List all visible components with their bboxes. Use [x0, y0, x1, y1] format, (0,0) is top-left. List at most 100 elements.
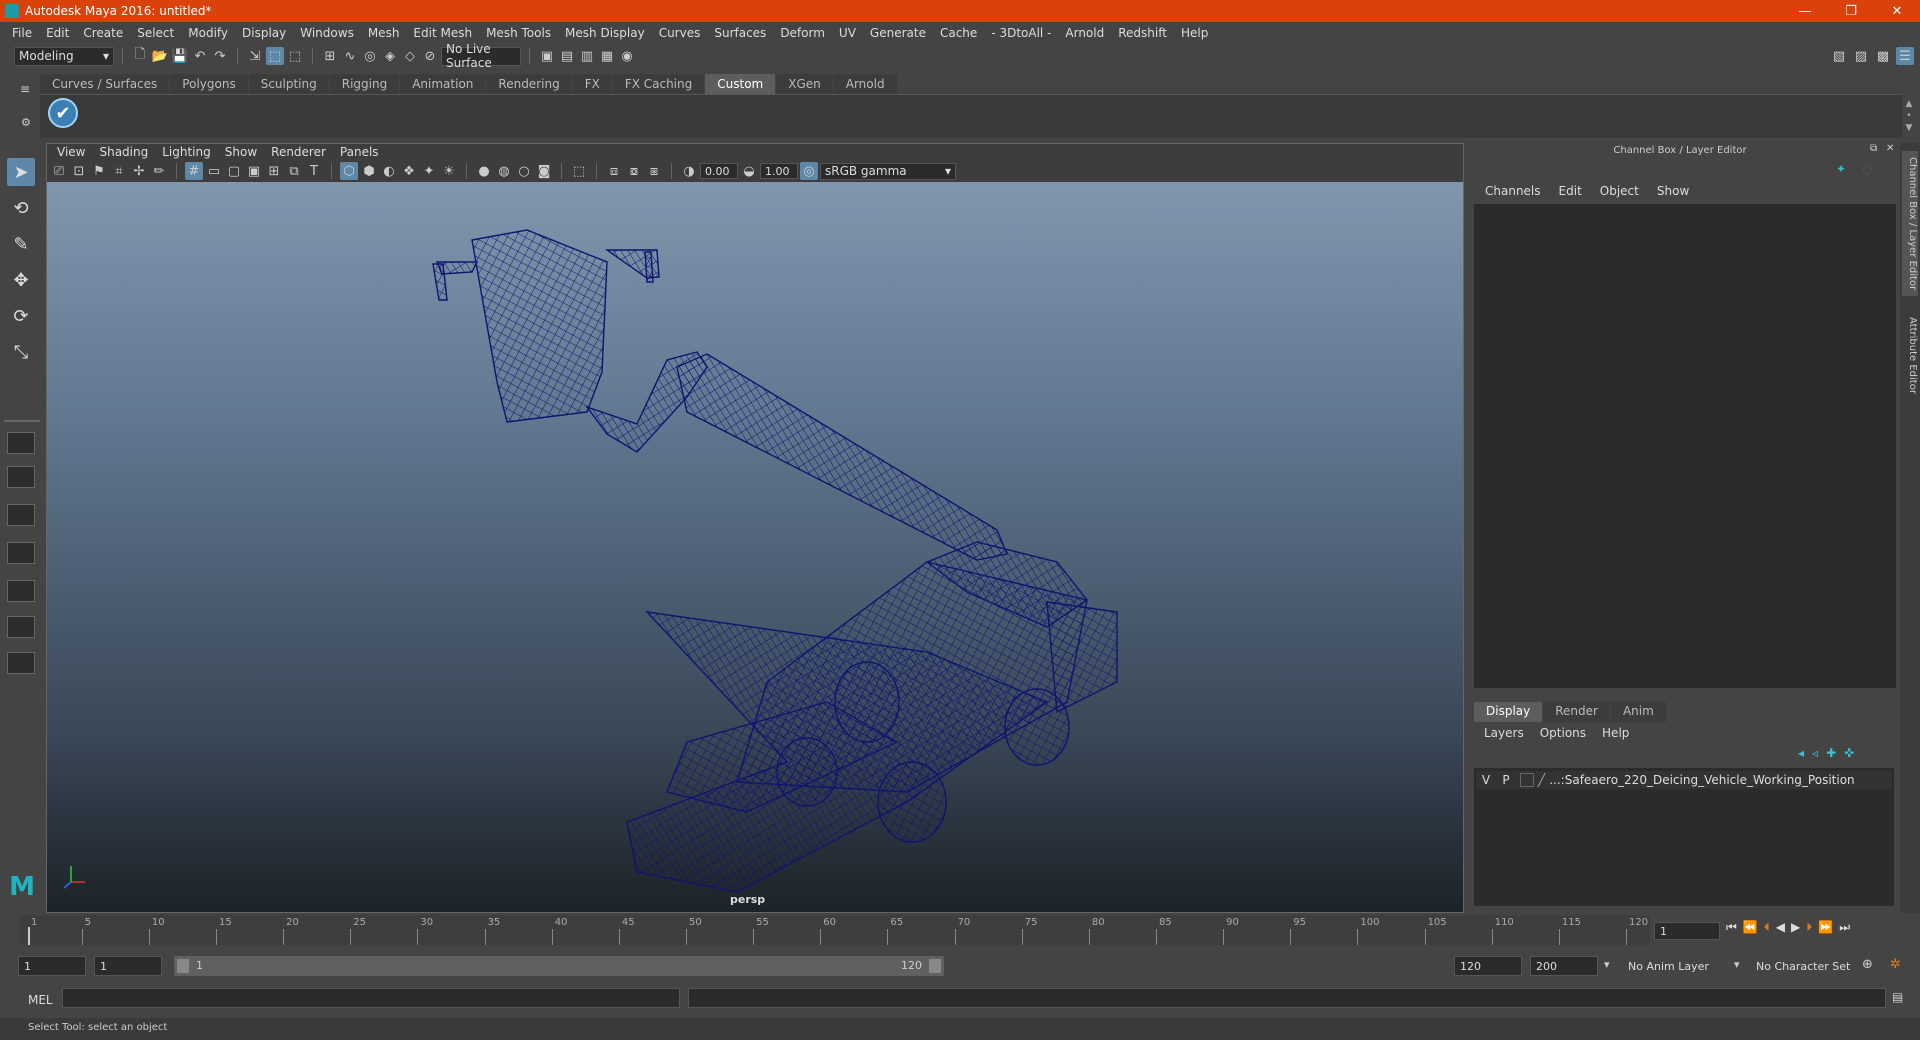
float-panel-icon[interactable]: ⧉ [1870, 143, 1877, 154]
outliner-layout-button[interactable] [7, 580, 35, 602]
grid-icon[interactable]: # [185, 162, 203, 180]
persp-viewport[interactable] [47, 182, 1463, 912]
range-slider[interactable]: 1 120 [174, 956, 944, 976]
menu-create[interactable]: Create [76, 26, 130, 40]
isolate-select-icon[interactable]: ⬚ [570, 162, 588, 180]
view-transform-dropdown[interactable]: sRGB gamma ▾ [820, 162, 956, 180]
range-start-handle[interactable] [177, 959, 189, 973]
select-hierarchy-icon[interactable]: ⇲ [246, 47, 264, 65]
shelf-settings-icon[interactable]: ⚙ [21, 116, 31, 129]
multisample-aa-icon[interactable]: ○ [515, 162, 533, 180]
shadows-icon[interactable]: ☀ [440, 162, 458, 180]
auto-key-icon[interactable]: ⊕ [1862, 957, 1873, 972]
safe-title-icon[interactable]: T [305, 162, 323, 180]
scroll-up-icon[interactable]: ▲ [1902, 98, 1916, 110]
panel-menu-show[interactable]: Show [218, 145, 264, 159]
script-editor-icon[interactable]: ▤ [1892, 990, 1903, 1004]
current-time-marker[interactable] [28, 927, 30, 945]
new-empty-layer-icon[interactable]: ✚ [1826, 746, 1836, 760]
hypershade-layout-button[interactable] [7, 616, 35, 638]
menu-windows[interactable]: Windows [293, 26, 361, 40]
range-end-handle[interactable] [929, 959, 941, 973]
select-object-icon[interactable]: ⬚ [266, 47, 284, 65]
tab-anim[interactable]: Anim [1610, 702, 1666, 722]
menu-arnold[interactable]: Arnold [1058, 26, 1111, 40]
snap-view-plane-icon[interactable]: ◈ [381, 47, 399, 65]
close-button[interactable]: ✕ [1874, 0, 1920, 22]
menu-set-dropdown[interactable]: Modeling ▾ [14, 46, 114, 66]
modeling-toolkit-icon[interactable]: ▨ [1852, 47, 1870, 65]
move-layer-up-icon[interactable]: ◂ [1798, 746, 1804, 760]
menu-help[interactable]: Help [1174, 26, 1215, 40]
select-tool-icon[interactable]: ➤ [7, 158, 35, 186]
layer-color-swatch[interactable] [1520, 773, 1534, 787]
gamma-icon[interactable]: ◒ [740, 162, 758, 180]
step-forward-key-icon[interactable]: ⏵ [1806, 920, 1812, 935]
hypershade-icon[interactable]: ◉ [618, 47, 636, 65]
menu-redshift[interactable]: Redshift [1111, 26, 1174, 40]
screen-space-ao-icon[interactable]: ● [475, 162, 493, 180]
snap-point-icon[interactable]: ◎ [361, 47, 379, 65]
wireframe-icon[interactable]: ⬡ [340, 162, 358, 180]
make-live-icon[interactable]: ⊘ [421, 47, 439, 65]
side-tab-attribute-editor[interactable]: Attribute Editor [1902, 311, 1918, 400]
shelf-tab-curves-surfaces[interactable]: Curves / Surfaces [40, 74, 170, 94]
menu-generate[interactable]: Generate [863, 26, 933, 40]
step-back-key-icon[interactable]: ⏴ [1764, 920, 1770, 935]
layer-visibility-toggle[interactable]: V [1476, 773, 1496, 787]
channels-menu[interactable]: Channels [1476, 184, 1550, 202]
options-menu[interactable]: Options [1532, 726, 1594, 744]
chevron-down-icon[interactable]: ▾ [1604, 958, 1610, 971]
smooth-shade-icon[interactable]: ⬢ [360, 162, 378, 180]
tab-display[interactable]: Display [1474, 702, 1543, 722]
anim-layer-dropdown[interactable]: No Anim Layer [1622, 956, 1740, 976]
xray-components-icon[interactable]: ⧆ [645, 162, 663, 180]
scale-tool-icon[interactable]: ⤡ [7, 338, 35, 366]
shelf-tab-animation[interactable]: Animation [400, 74, 486, 94]
select-component-icon[interactable]: ⬚ [286, 47, 304, 65]
gate-mask-icon[interactable]: ▣ [245, 162, 263, 180]
safe-action-icon[interactable]: ⧉ [285, 162, 303, 180]
shelf-tab-rendering[interactable]: Rendering [486, 74, 572, 94]
minimize-button[interactable]: — [1782, 0, 1828, 22]
tab-render[interactable]: Render [1543, 702, 1610, 722]
camera-attributes-icon[interactable]: ⎚ [50, 162, 68, 180]
shelf-tab-custom[interactable]: Custom [705, 74, 776, 94]
attribute-editor-toggle-icon[interactable]: ▩ [1874, 47, 1892, 65]
gamma-field[interactable]: 1.00 [760, 163, 798, 179]
motion-blur-icon[interactable]: ◍ [495, 162, 513, 180]
rotate-tool-icon[interactable]: ⟳ [7, 302, 35, 330]
snap-grid-icon[interactable]: ⊞ [321, 47, 339, 65]
workspace-icon[interactable]: ▧ [1830, 47, 1848, 65]
custom-shelf-checkmark-button[interactable]: ✔ [48, 98, 78, 128]
move-layer-down-icon[interactable]: ◃ [1812, 746, 1818, 760]
ipr-render-icon[interactable]: ▥ [578, 47, 596, 65]
layer-name[interactable]: ...:Safeaero_220_Deicing_Vehicle_Working… [1549, 773, 1854, 787]
layer-playback-toggle[interactable]: P [1496, 773, 1516, 787]
shelf-tab-xgen[interactable]: XGen [776, 74, 833, 94]
script-language-toggle[interactable]: MEL [28, 993, 53, 1007]
menu-edit[interactable]: Edit [39, 26, 76, 40]
menu-display[interactable]: Display [235, 26, 293, 40]
go-to-start-icon[interactable]: ⏮ [1726, 920, 1737, 935]
current-frame-field[interactable]: 1 [1654, 922, 1720, 940]
playback-end-field[interactable]: 120 [1454, 956, 1522, 976]
shelf-tab-fx[interactable]: FX [572, 74, 612, 94]
shelf-menu-icon[interactable]: ≡ [20, 82, 30, 96]
two-d-pan-icon[interactable]: ✢ [130, 162, 148, 180]
panel-menu-renderer[interactable]: Renderer [264, 145, 333, 159]
menu-modify[interactable]: Modify [181, 26, 235, 40]
menu-curves[interactable]: Curves [652, 26, 708, 40]
panel-menu-lighting[interactable]: Lighting [155, 145, 218, 159]
layers-menu[interactable]: Layers [1476, 726, 1532, 744]
persp-outliner-layout-button[interactable] [7, 504, 35, 526]
undo-icon[interactable]: ↶ [191, 47, 209, 65]
animation-end-field[interactable]: 200 [1530, 956, 1598, 976]
single-perspective-layout-button[interactable] [7, 432, 35, 454]
menu-surfaces[interactable]: Surfaces [707, 26, 773, 40]
film-gate-icon[interactable]: ▭ [205, 162, 223, 180]
textured-icon[interactable]: ❖ [400, 162, 418, 180]
chevron-down-icon[interactable]: ▾ [1734, 958, 1740, 971]
menu-select[interactable]: Select [130, 26, 181, 40]
layer-row[interactable]: V P ╱ ...:Safeaero_220_Deicing_Vehicle_W… [1476, 771, 1892, 789]
